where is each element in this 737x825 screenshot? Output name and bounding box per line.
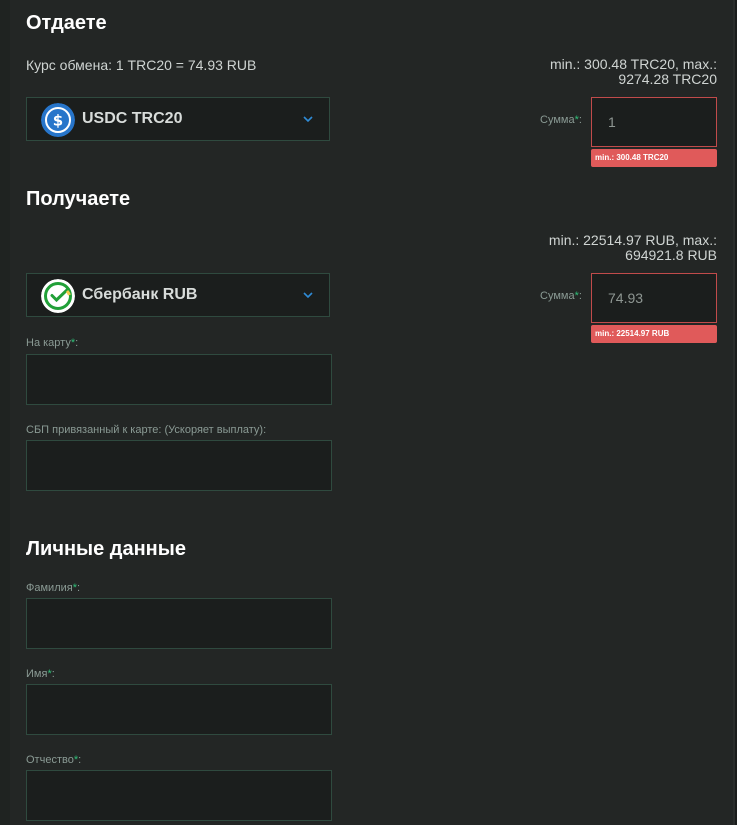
last-name-label: Фамилия*: bbox=[26, 582, 81, 594]
give-limits-line2: 9274.28 TRC20 bbox=[618, 71, 717, 87]
give-sum-error: min.: 300.48 TRC20 bbox=[591, 149, 717, 167]
required-mark: * bbox=[72, 582, 77, 594]
sbp-label: СБП привязанный к карте: (Ускоряет выпла… bbox=[26, 424, 267, 436]
first-name-label: Имя*: bbox=[26, 668, 55, 680]
get-sum-error: min.: 22514.97 RUB bbox=[591, 325, 717, 343]
required-mark: * bbox=[574, 114, 579, 126]
middle-name-label-text: Отчество bbox=[26, 754, 74, 766]
give-sum-input[interactable] bbox=[591, 97, 717, 147]
required-mark: * bbox=[70, 337, 76, 349]
svg-text:$: $ bbox=[53, 112, 63, 130]
sberbank-logo-icon bbox=[41, 279, 75, 313]
exchange-rate: Курс обмена: 1 TRC20 = 74.93 RUB bbox=[26, 57, 257, 73]
get-limits-line1: min.: 22514.97 RUB, max.: bbox=[548, 232, 717, 248]
get-sum-label-text: Сумма bbox=[540, 290, 575, 302]
give-sum-label-text: Сумма bbox=[540, 114, 575, 126]
chevron-down-icon bbox=[303, 292, 313, 299]
get-sum-label: Сумма*: bbox=[540, 290, 582, 302]
required-mark: * bbox=[574, 290, 579, 302]
usdc-logo-icon: $ bbox=[41, 103, 75, 137]
sbp-input[interactable] bbox=[26, 440, 332, 491]
first-name-label-text: Имя bbox=[26, 668, 48, 680]
get-heading: Получаете bbox=[26, 188, 131, 210]
required-mark: * bbox=[73, 754, 79, 766]
give-currency-select[interactable]: $ USDC TRC20 bbox=[26, 97, 330, 141]
card-label-text: На карту bbox=[26, 337, 71, 349]
first-name-input[interactable] bbox=[26, 684, 332, 735]
last-name-label-text: Фамилия bbox=[26, 582, 73, 594]
required-mark: * bbox=[47, 668, 52, 680]
give-limits-line1: min.: 300.48 TRC20, max.: bbox=[549, 56, 717, 72]
card-label: На карту*: bbox=[26, 337, 79, 349]
last-name-input[interactable] bbox=[26, 598, 332, 649]
get-limits: min.: 22514.97 RUB, max.: 694921.8 RUB bbox=[497, 233, 717, 263]
get-limits-line2: 694921.8 RUB bbox=[625, 247, 717, 263]
personal-heading: Личные данные bbox=[26, 538, 186, 560]
get-sum-input[interactable] bbox=[591, 273, 717, 323]
middle-name-input[interactable] bbox=[26, 770, 332, 821]
get-currency-select[interactable]: Сбербанк RUB bbox=[26, 273, 330, 317]
give-currency-label: USDC TRC20 bbox=[82, 110, 183, 127]
chevron-down-icon bbox=[303, 116, 313, 123]
scrollbar-edge bbox=[733, 0, 735, 825]
give-sum-label: Сумма*: bbox=[540, 114, 582, 126]
give-limits: min.: 300.48 TRC20, max.: 9274.28 TRC20 bbox=[497, 57, 717, 87]
get-currency-label: Сбербанк RUB bbox=[82, 286, 198, 303]
give-heading: Отдаете bbox=[26, 12, 107, 34]
left-edge bbox=[0, 0, 10, 825]
middle-name-label: Отчество*: bbox=[26, 754, 82, 766]
card-number-input[interactable] bbox=[26, 354, 332, 405]
